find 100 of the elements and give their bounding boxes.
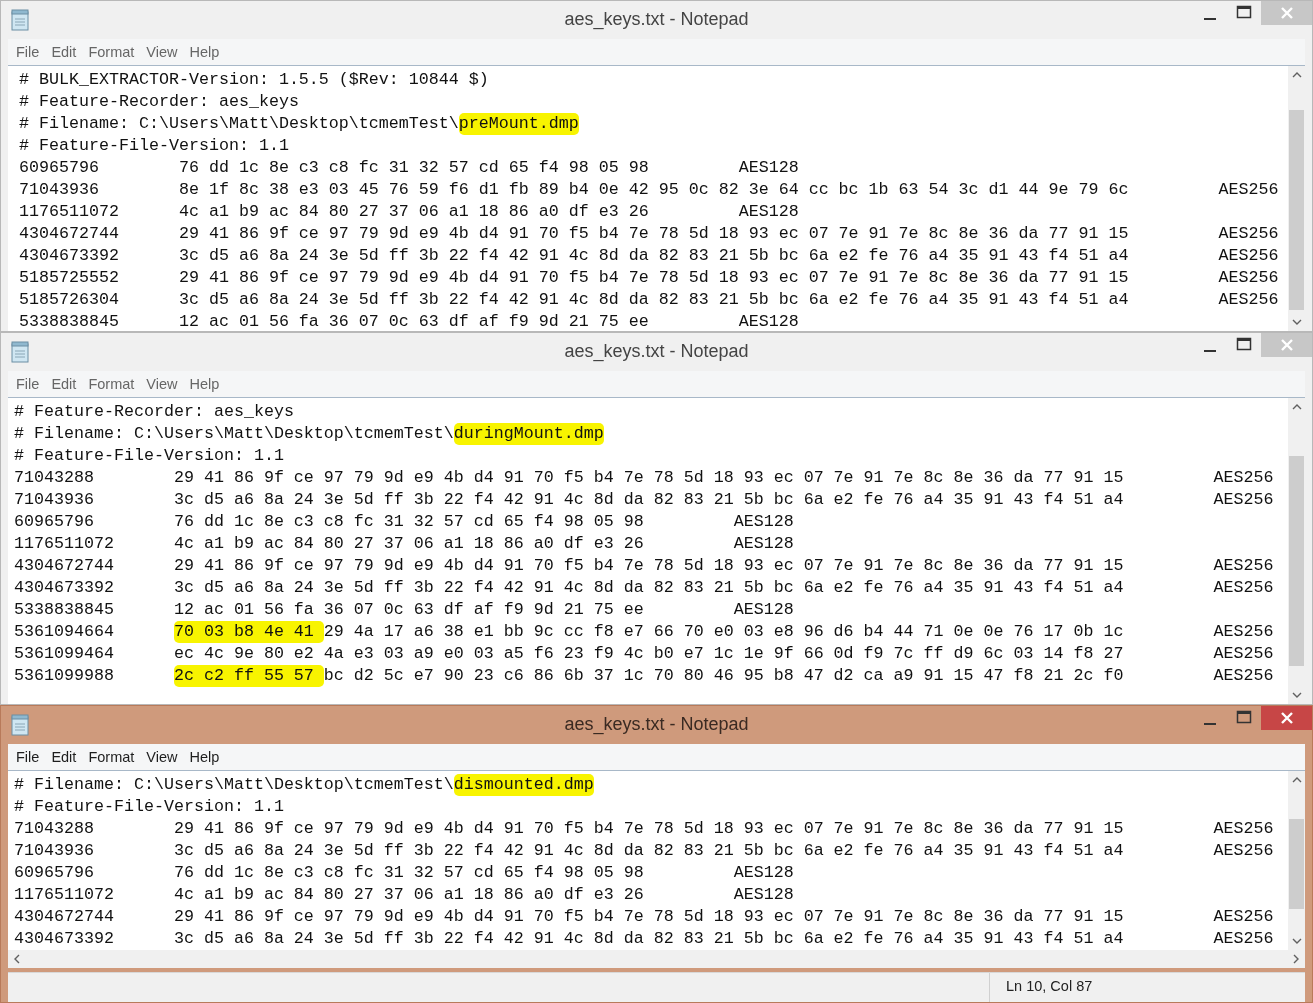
comment-text: # Filename: C:\Users\Matt\Desktop\tcmemTest\ [14, 423, 454, 445]
offset-text: 4304672744 [19, 223, 120, 245]
menu-item[interactable]: Help [183, 41, 226, 63]
offset-text: 71043936 [14, 489, 95, 511]
scroll-left-icon[interactable] [12, 953, 22, 965]
key-type-text: AES128 [738, 311, 799, 331]
hex-bytes: 12 ac 01 56 fa 36 07 0c 63 df af f9 9d 21 75 ee [178, 311, 649, 331]
scroll-right-icon[interactable] [1291, 953, 1301, 965]
text-editor[interactable] [8, 65, 1305, 331]
menu-item[interactable]: View [140, 746, 184, 768]
menu-item[interactable]: Help [183, 373, 226, 395]
scroll-down-icon[interactable] [1290, 317, 1303, 327]
offset-text: 4304673392 [14, 928, 115, 950]
hex-bytes: 3c d5 a6 8a 24 3e 5d ff 3b 22 f4 42 91 4c 8d da 82 83 21 5b bc 6a e2 fe 76 a4 35 91 43 f4 51 a4 [178, 245, 1129, 267]
close-icon [1279, 338, 1294, 352]
menu-item[interactable]: Edit [45, 41, 83, 63]
maximize-icon [1236, 710, 1252, 724]
offset-text: 5338838845 [19, 311, 120, 331]
hex-bytes: 3c d5 a6 8a 24 3e 5d ff 3b 22 f4 42 91 4c 8d da 82 83 21 5b bc 6a e2 fe 76 a4 35 91 43 f4 51 a4 [173, 577, 1124, 599]
hex-bytes: 3c d5 a6 8a 24 3e 5d ff 3b 22 f4 42 91 4c 8d da 82 83 21 5b bc 6a e2 fe 76 a4 35 91 43 f4 51 a4 [178, 289, 1129, 311]
comment-text: # Feature-File-Version: 1.1 [14, 796, 284, 818]
hex-bytes: bc d2 5c e7 90 23 c6 86 6b 37 1c 70 80 46 95 b8 47 d2 ca a9 91 15 47 f8 21 2c f0 [323, 665, 1124, 687]
maximize-icon [1236, 5, 1252, 19]
offset-text: 71043936 [14, 840, 95, 862]
offset-text: 5361094664 [14, 621, 115, 643]
key-type-text: AES256 [1218, 223, 1279, 245]
hex-bytes: ec 4c 9e 80 e2 4a e3 03 a9 e0 03 a5 f6 23 f9 4c b0 e7 1c 1e 9f 66 0d f9 7c ff d9 6c 03 14 f8 27 [173, 643, 1124, 665]
comment-text: # Feature-Recorder: aes_keys [14, 401, 294, 423]
close-icon [1279, 6, 1294, 20]
hex-bytes: 29 4a 17 a6 38 e1 bb 9c cc f8 e7 66 70 e0 03 e8 96 d6 b4 44 71 0e 0e 76 17 0b 1c [323, 621, 1124, 643]
menu-item[interactable]: View [140, 41, 184, 63]
scroll-down-icon[interactable] [1290, 690, 1303, 700]
close-icon [1279, 711, 1294, 725]
key-type-text: AES256 [1213, 906, 1274, 928]
key-type-text: AES256 [1218, 245, 1279, 267]
hex-bytes: 29 41 86 9f ce 97 79 9d e9 4b d4 91 70 f5 b4 7e 78 5d 18 93 ec 07 7e 91 7e 8c 8e 36 da 77 91 15 [178, 223, 1129, 245]
window-title: aes_keys.txt - Notepad [564, 341, 749, 362]
hex-bytes: 3c d5 a6 8a 24 3e 5d ff 3b 22 f4 42 91 4c 8d da 82 83 21 5b bc 6a e2 fe 76 a4 35 91 43 f4 51 a4 [173, 489, 1124, 511]
offset-text: 5185725552 [19, 267, 120, 289]
hex-bytes: 29 41 86 9f ce 97 79 9d e9 4b d4 91 70 f5 b4 7e 78 5d 18 93 ec 07 7e 91 7e 8c 8e 36 da 77 91 15 [173, 818, 1124, 840]
menu-item[interactable]: View [140, 373, 184, 395]
menu-item[interactable]: Format [82, 41, 141, 63]
comment-text: # Filename: C:\Users\Matt\Desktop\tcmemTest\ [14, 774, 454, 796]
highlighted-text: 70 03 b8 4e 41 [173, 621, 324, 643]
menu-item[interactable]: Edit [45, 746, 83, 768]
key-type-text: AES256 [1213, 577, 1274, 599]
comment-text: # Feature-Recorder: aes_keys [19, 91, 299, 113]
key-type-text: AES256 [1213, 555, 1274, 577]
menu-item[interactable]: File [10, 373, 46, 395]
menu-item[interactable]: Help [183, 746, 226, 768]
hex-bytes: 76 dd 1c 8e c3 c8 fc 31 32 57 cd 65 f4 98 05 98 [173, 511, 644, 533]
offset-text: 60965796 [19, 157, 100, 179]
close-button[interactable] [1261, 706, 1312, 730]
scroll-up-icon[interactable] [1290, 70, 1303, 80]
vertical-scrollbar[interactable] [1288, 771, 1305, 950]
hex-bytes: 29 41 86 9f ce 97 79 9d e9 4b d4 91 70 f5 b4 7e 78 5d 18 93 ec 07 7e 91 7e 8c 8e 36 da 77 91 15 [173, 467, 1124, 489]
scroll-up-icon[interactable] [1290, 402, 1303, 412]
key-type-text: AES256 [1213, 489, 1274, 511]
key-type-text: AES256 [1218, 267, 1279, 289]
offset-text: 4304673392 [19, 245, 120, 267]
highlighted-text: dismounted.dmp [453, 774, 594, 796]
highlighted-text: duringMount.dmp [453, 423, 604, 445]
menu-item[interactable]: Format [82, 373, 141, 395]
horizontal-scrollbar[interactable] [8, 950, 1305, 968]
menu-item[interactable]: File [10, 746, 46, 768]
key-type-text: AES256 [1218, 289, 1279, 311]
menu-item[interactable]: Edit [45, 373, 83, 395]
comment-text: # Filename: C:\Users\Matt\Desktop\tcmemTest\ [19, 113, 459, 135]
hex-bytes: 29 41 86 9f ce 97 79 9d e9 4b d4 91 70 f5 b4 7e 78 5d 18 93 ec 07 7e 91 7e 8c 8e 36 da 77 91 15 [178, 267, 1129, 289]
offset-text: 60965796 [14, 862, 95, 884]
offset-text: 71043936 [19, 179, 100, 201]
vertical-scrollbar[interactable] [1288, 398, 1305, 704]
maximize-icon [1236, 337, 1252, 351]
highlighted-text: 2c c2 ff 55 57 [173, 665, 324, 687]
offset-text: 5185726304 [19, 289, 120, 311]
key-type-text: AES256 [1213, 665, 1274, 687]
key-type-text: AES128 [733, 884, 794, 906]
minimize-icon [1204, 350, 1216, 352]
text-editor[interactable] [8, 397, 1305, 704]
scroll-down-icon[interactable] [1290, 936, 1303, 946]
comment-text: # BULK_EXTRACTOR-Version: 1.5.5 ($Rev: 10844 $) [19, 69, 489, 91]
hex-bytes: 8e 1f 8c 38 e3 03 45 76 59 f6 d1 fb 89 b4 0e 42 95 0c 82 3e 64 cc bc 1b 63 54 3c d1 44 9e 79 6c [178, 179, 1129, 201]
comment-text: # Feature-File-Version: 1.1 [14, 445, 284, 467]
hex-bytes: 76 dd 1c 8e c3 c8 fc 31 32 57 cd 65 f4 98 05 98 [178, 157, 649, 179]
offset-text: 1176511072 [14, 884, 115, 906]
offset-text: 4304673392 [14, 577, 115, 599]
menu-item[interactable]: Format [82, 746, 141, 768]
key-type-text: AES256 [1213, 928, 1274, 950]
text-editor[interactable] [8, 770, 1305, 950]
menu-item[interactable]: File [10, 41, 46, 63]
key-type-text: AES256 [1213, 840, 1274, 862]
offset-text: 4304672744 [14, 555, 115, 577]
key-type-text: AES128 [733, 511, 794, 533]
offset-text: 60965796 [14, 511, 95, 533]
cursor-position-text: Ln 10, Col 87 [989, 973, 1305, 1002]
minimize-icon [1204, 723, 1216, 725]
scroll-up-icon[interactable] [1290, 775, 1303, 785]
key-type-text: AES256 [1218, 179, 1279, 201]
hex-bytes: 4c a1 b9 ac 84 80 27 37 06 a1 18 86 a0 df e3 26 [173, 533, 644, 555]
vertical-scrollbar[interactable] [1288, 66, 1305, 331]
